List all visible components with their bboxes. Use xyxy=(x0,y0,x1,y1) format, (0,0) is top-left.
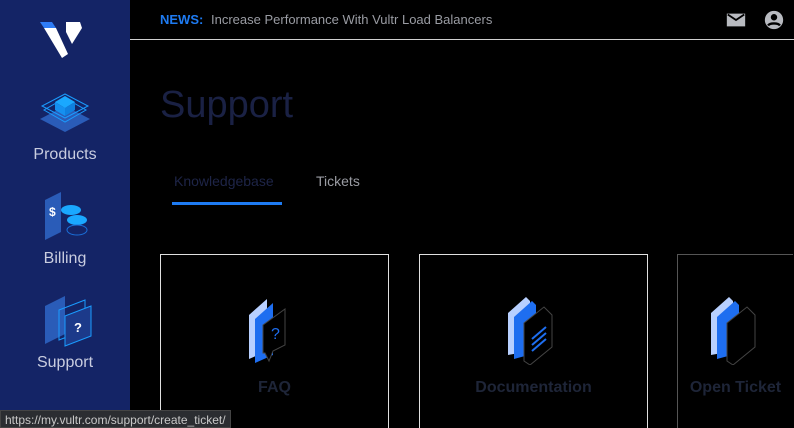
sidebar-item-billing[interactable]: $ Billing xyxy=(0,190,130,268)
status-bar-url: https://my.vultr.com/support/create_tick… xyxy=(0,410,231,428)
billing-icon: $ xyxy=(45,192,88,240)
card-label: Documentation xyxy=(475,379,592,396)
sidebar-item-products[interactable]: Products xyxy=(0,86,130,164)
sidebar-item-label: Products xyxy=(33,146,97,163)
tab-knowledgebase[interactable]: Knowledgebase xyxy=(174,173,274,189)
documentation-card[interactable]: Documentation xyxy=(419,254,648,428)
sidebar-item-label: Billing xyxy=(43,250,87,267)
faq-icon: ? xyxy=(249,299,286,363)
card-label: Open Ticket xyxy=(689,379,782,396)
tab-tickets[interactable]: Tickets xyxy=(316,173,360,189)
card-label: FAQ xyxy=(258,379,291,396)
page-title: Support xyxy=(160,84,294,126)
active-tab-indicator xyxy=(172,202,282,205)
svg-text:?: ? xyxy=(74,320,82,335)
mail-icon[interactable] xyxy=(725,9,747,31)
news-bar: NEWS: Increase Performance With Vultr Lo… xyxy=(130,0,794,40)
faq-card[interactable]: ? FAQ xyxy=(160,254,389,428)
sidebar: Products $ Billing ? Support xyxy=(0,0,130,428)
open-ticket-card[interactable]: Open Ticket xyxy=(677,254,793,428)
documentation-icon xyxy=(508,297,553,365)
news-link[interactable]: Increase Performance With Vultr Load Bal… xyxy=(211,12,492,27)
account-icon[interactable] xyxy=(763,9,785,31)
sidebar-item-support[interactable]: ? Support xyxy=(0,294,130,372)
news-label: NEWS: xyxy=(160,12,204,27)
ticket-icon xyxy=(711,297,756,365)
sidebar-item-label: Support xyxy=(36,354,94,371)
support-icon: ? xyxy=(45,296,92,347)
svg-text:$: $ xyxy=(49,205,56,219)
svg-text:?: ? xyxy=(271,326,280,343)
products-icon xyxy=(40,93,90,132)
vultr-logo[interactable] xyxy=(38,18,84,60)
